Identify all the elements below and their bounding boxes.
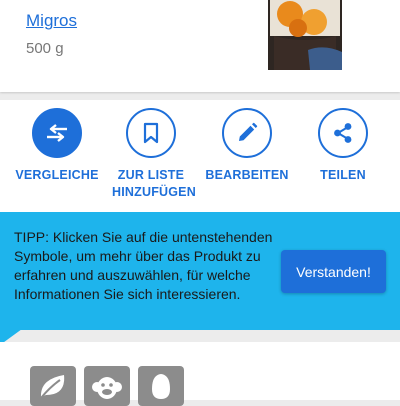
share-label: TEILEN [320, 168, 366, 182]
product-card: Migros 500 g [0, 0, 400, 92]
add-to-list-label: ZUR LISTE HINZUFÜGEN [112, 168, 196, 199]
share-button[interactable]: TEILEN [293, 108, 393, 184]
share-icon [318, 108, 368, 158]
product-image[interactable] [268, 0, 342, 70]
add-to-list-button[interactable]: ZUR LISTE HINZUFÜGEN [101, 108, 201, 201]
tip-text: TIPP: Klicken Sie auf die untenstehenden… [14, 229, 273, 302]
pencil-icon [222, 108, 272, 158]
action-bar: VERGLEICHE ZUR LISTE HINZUFÜGEN BEARBEIT… [0, 100, 400, 212]
bookmark-icon [126, 108, 176, 158]
monkey-icon[interactable] [84, 366, 130, 406]
leaf-icon[interactable] [30, 366, 76, 406]
brand-link[interactable]: Migros [26, 11, 77, 31]
product-quantity: 500 g [26, 40, 64, 57]
got-it-button[interactable]: Verstanden! [281, 250, 386, 293]
compare-label: VERGLEICHE [15, 168, 99, 182]
egg-icon[interactable] [138, 366, 184, 406]
edit-button[interactable]: BEARBEITEN [197, 108, 297, 184]
compare-arrows-icon [32, 108, 82, 158]
compare-button[interactable]: VERGLEICHE [7, 108, 107, 184]
edit-label: BEARBEITEN [205, 168, 289, 182]
